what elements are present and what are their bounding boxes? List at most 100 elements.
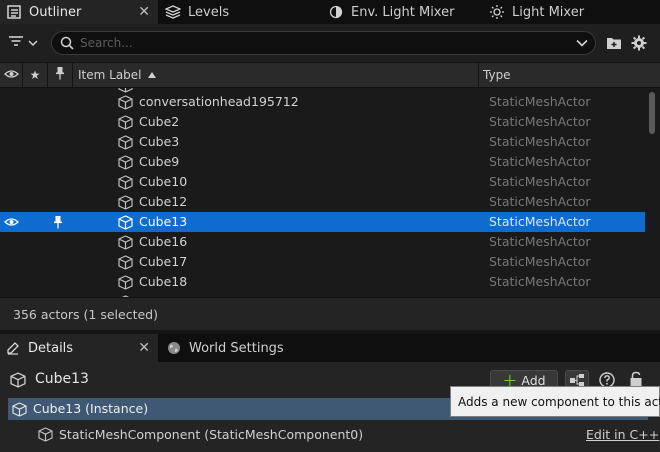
chevron-down-icon xyxy=(28,36,38,51)
details-icon xyxy=(5,340,21,356)
table-row[interactable]: Cube12 StaticMeshActor xyxy=(0,192,645,212)
static-mesh-icon xyxy=(118,235,133,250)
static-mesh-icon xyxy=(118,175,133,190)
filter-icon xyxy=(8,35,24,51)
item-label: conversationhead195712 xyxy=(139,94,299,109)
table-row[interactable]: Cube10 StaticMeshActor xyxy=(0,172,645,192)
static-mesh-icon xyxy=(12,402,27,421)
outliner-status-bar: 356 actors (1 selected) xyxy=(0,297,660,330)
item-label: Cube13 xyxy=(139,214,188,229)
item-type: StaticMeshActor xyxy=(489,134,591,149)
item-label: Cube9 xyxy=(139,154,180,169)
actor-name[interactable]: Cube13 xyxy=(35,371,89,387)
static-mesh-icon xyxy=(118,195,133,210)
eye-icon[interactable] xyxy=(4,216,19,231)
sort-ascending-icon xyxy=(147,72,156,78)
tab-levels[interactable]: Levels xyxy=(165,0,305,24)
filter-button[interactable] xyxy=(8,34,44,52)
favorite-column-header[interactable]: ★ xyxy=(23,63,48,87)
env-light-mixer-icon xyxy=(328,4,344,20)
item-type: StaticMeshActor xyxy=(489,234,591,249)
static-mesh-icon xyxy=(118,135,133,150)
close-icon[interactable]: ✕ xyxy=(138,340,158,356)
settings-gear-icon[interactable] xyxy=(631,35,647,55)
tab-light-mixer[interactable]: Light Mixer xyxy=(489,0,639,24)
item-type: StaticMeshActor xyxy=(489,94,591,109)
table-row[interactable]: conversationhead195712 StaticMeshActor xyxy=(0,92,645,112)
levels-icon xyxy=(165,4,181,20)
table-row[interactable]: Cube2 StaticMeshActor xyxy=(0,112,645,132)
static-mesh-icon xyxy=(118,275,133,290)
search-input[interactable] xyxy=(80,36,576,50)
details-tab-bar: Details ✕ World Settings xyxy=(0,334,660,362)
outliner-toolbar xyxy=(0,24,660,62)
component-instance-label: Cube13 (Instance) xyxy=(33,401,149,416)
table-row[interactable]: Cube9 StaticMeshActor xyxy=(0,152,645,172)
item-type: StaticMeshActor xyxy=(489,194,591,209)
static-mesh-icon xyxy=(118,95,133,110)
tooltip-text: Adds a new component to this actor xyxy=(458,394,660,409)
tab-details[interactable]: Details ✕ xyxy=(0,334,158,362)
outliner-tree: conversationhead195712 StaticMeshActor C… xyxy=(0,88,645,297)
tab-world-settings-label: World Settings xyxy=(189,340,284,356)
search-box xyxy=(51,31,596,55)
search-dropdown-icon[interactable] xyxy=(576,39,588,47)
scrollbar-thumb[interactable] xyxy=(649,92,655,134)
actor-count: 356 actors (1 selected) xyxy=(13,307,158,322)
world-settings-icon xyxy=(166,340,182,356)
item-type: StaticMeshActor xyxy=(489,274,591,289)
table-row[interactable]: Cube16 StaticMeshActor xyxy=(0,232,645,252)
outliner-tab-bar: Outliner ✕ Levels Env. Light Mixer Light… xyxy=(0,0,660,24)
light-mixer-icon xyxy=(489,4,505,20)
static-mesh-icon xyxy=(118,215,133,230)
static-mesh-icon xyxy=(118,255,133,270)
static-mesh-icon xyxy=(118,115,133,130)
static-mesh-icon xyxy=(38,427,53,446)
outliner-column-header: ★ Item Label Type xyxy=(0,62,660,88)
item-label: Cube2 xyxy=(139,114,180,129)
close-icon[interactable]: ✕ xyxy=(138,4,158,20)
outliner-scrollbar[interactable] xyxy=(645,88,660,297)
type-header-text: Type xyxy=(483,68,511,82)
tab-light-mixer-label: Light Mixer xyxy=(512,4,585,20)
item-label-header-text: Item Label xyxy=(78,68,142,82)
tab-outliner[interactable]: Outliner ✕ xyxy=(0,0,158,24)
table-row[interactable]: Cube17 StaticMeshActor xyxy=(0,252,645,272)
star-icon: ★ xyxy=(29,68,41,82)
type-column-header[interactable]: Type xyxy=(479,63,660,87)
add-component-tooltip: Adds a new component to this actor xyxy=(450,386,660,417)
component-row[interactable]: StaticMeshComponent (StaticMeshComponent… xyxy=(0,422,660,452)
item-type: StaticMeshActor xyxy=(489,214,591,229)
item-label-column-header[interactable]: Item Label xyxy=(73,63,479,87)
tab-outliner-label: Outliner xyxy=(29,4,82,20)
tab-levels-label: Levels xyxy=(188,4,230,20)
item-type: StaticMeshActor xyxy=(489,174,591,189)
item-type: StaticMeshActor xyxy=(489,114,591,129)
tab-details-label: Details xyxy=(28,340,74,356)
table-row-selected[interactable]: Cube13 StaticMeshActor xyxy=(0,212,645,232)
table-row[interactable]: Cube18 StaticMeshActor xyxy=(0,272,645,292)
item-type: StaticMeshActor xyxy=(489,254,591,269)
pin-icon xyxy=(55,66,65,84)
item-label: Cube3 xyxy=(139,134,180,149)
tab-env-light-mixer-label: Env. Light Mixer xyxy=(351,4,455,20)
eye-icon xyxy=(3,68,19,83)
item-type: StaticMeshActor xyxy=(489,154,591,169)
search-icon xyxy=(60,36,74,50)
component-label: StaticMeshComponent (StaticMeshComponent… xyxy=(59,427,364,442)
visibility-column-header[interactable] xyxy=(0,63,23,87)
pin-column-header[interactable] xyxy=(48,63,73,87)
item-label: Cube17 xyxy=(139,254,188,269)
static-mesh-icon xyxy=(118,155,133,170)
add-folder-icon[interactable] xyxy=(606,36,622,54)
item-label: Cube16 xyxy=(139,234,188,249)
table-row[interactable]: Cube3 StaticMeshActor xyxy=(0,132,645,152)
edit-in-cpp-link[interactable]: Edit in C++ xyxy=(586,427,659,442)
item-label: Cube10 xyxy=(139,174,188,189)
pin-icon[interactable] xyxy=(53,215,63,233)
outliner-icon xyxy=(6,4,22,20)
tab-env-light-mixer[interactable]: Env. Light Mixer xyxy=(328,0,478,24)
static-mesh-icon xyxy=(10,372,26,392)
item-label: Cube12 xyxy=(139,194,188,209)
tab-world-settings[interactable]: World Settings xyxy=(166,334,316,362)
